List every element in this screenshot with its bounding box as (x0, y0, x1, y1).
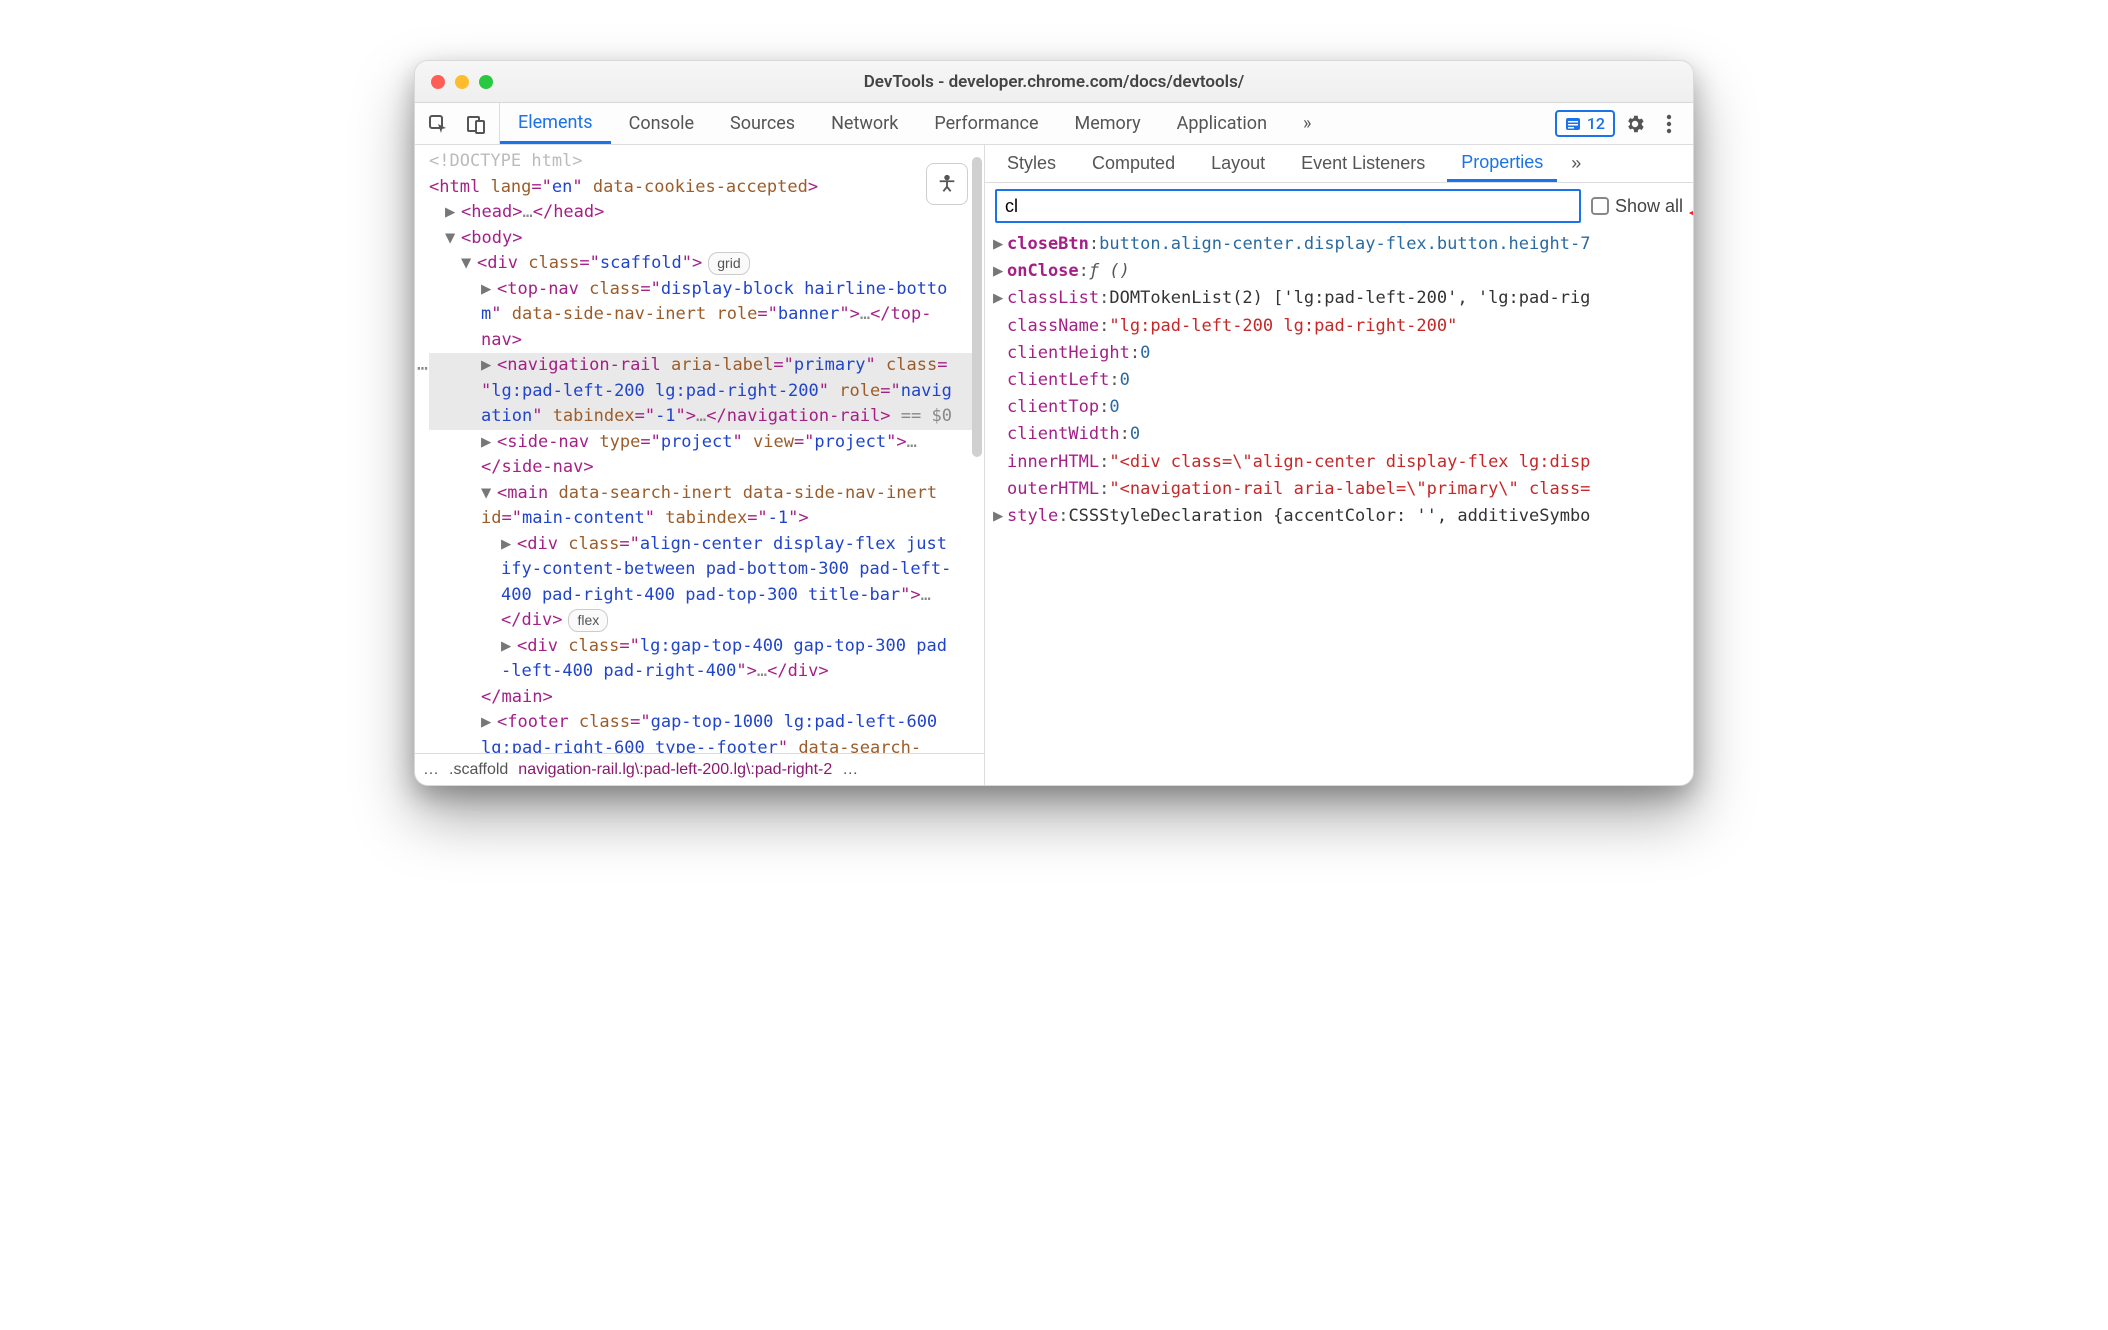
main-toolbar: Elements Console Sources Network Perform… (415, 103, 1693, 145)
elements-panel: ⋯ <!DOCTYPE html> <html lang="en" data-c… (415, 145, 985, 785)
tab-overflow[interactable]: » (1285, 103, 1329, 144)
device-toggle-icon[interactable] (461, 109, 491, 139)
issues-badge[interactable]: 12 (1555, 110, 1615, 137)
devtools-window: DevTools - developer.chrome.com/docs/dev… (414, 60, 1694, 786)
zoom-window-button[interactable] (479, 75, 493, 89)
properties-filter-input[interactable] (995, 189, 1581, 223)
tab-performance[interactable]: Performance (916, 103, 1056, 144)
issues-count: 12 (1587, 114, 1605, 133)
tab-memory[interactable]: Memory (1057, 103, 1159, 144)
show-all-toggle[interactable]: Show all (1591, 196, 1683, 217)
show-all-checkbox[interactable] (1591, 197, 1609, 215)
properties-list[interactable]: ▶closeBtn: button.align-center.display-f… (985, 229, 1693, 538)
properties-filter-row: Show all (985, 183, 1693, 229)
tab-application[interactable]: Application (1159, 103, 1285, 144)
sidebar-panel: Styles Computed Layout Event Listeners P… (985, 145, 1693, 785)
subtab-layout[interactable]: Layout (1197, 145, 1279, 182)
settings-icon[interactable] (1621, 110, 1649, 138)
sidebar-tabs: Styles Computed Layout Event Listeners P… (985, 145, 1693, 183)
close-window-button[interactable] (431, 75, 445, 89)
tab-sources[interactable]: Sources (712, 103, 813, 144)
more-icon[interactable] (1655, 110, 1683, 138)
subtab-styles[interactable]: Styles (993, 145, 1070, 182)
panel-tabs: Elements Console Sources Network Perform… (500, 103, 1545, 144)
selected-node[interactable]: ▶<navigation-rail aria-label="primary" c… (429, 353, 978, 430)
subtab-overflow[interactable]: » (1565, 153, 1587, 174)
breadcrumb[interactable]: … .scaffold navigation-rail.lg\:pad-left… (415, 753, 984, 785)
tab-console[interactable]: Console (611, 103, 712, 144)
tab-network[interactable]: Network (813, 103, 916, 144)
subtab-computed[interactable]: Computed (1078, 145, 1189, 182)
traffic-lights (431, 75, 493, 89)
breadcrumb-item-active[interactable]: navigation-rail.lg\:pad-left-200.lg\:pad… (518, 758, 832, 782)
show-all-label: Show all (1615, 196, 1683, 217)
scrollbar-thumb[interactable] (972, 157, 982, 457)
minimize-window-button[interactable] (455, 75, 469, 89)
window-title: DevTools - developer.chrome.com/docs/dev… (415, 72, 1693, 92)
inspect-icon[interactable] (423, 109, 453, 139)
subtab-event-listeners[interactable]: Event Listeners (1287, 145, 1439, 182)
dom-tree[interactable]: <!DOCTYPE html> <html lang="en" data-coo… (415, 145, 984, 753)
callout-arrow (1689, 193, 1694, 238)
tab-elements[interactable]: Elements (500, 103, 611, 144)
breadcrumb-item[interactable]: .scaffold (449, 758, 508, 782)
titlebar: DevTools - developer.chrome.com/docs/dev… (415, 61, 1693, 103)
subtab-properties[interactable]: Properties (1447, 145, 1557, 182)
